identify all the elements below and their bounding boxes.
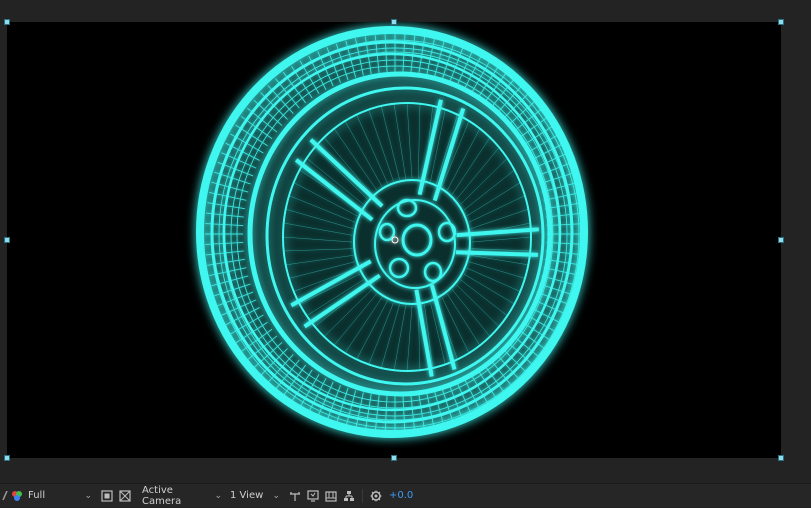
camera-value: Active Camera (142, 484, 182, 507)
exposure-value[interactable]: +0.0 (389, 490, 413, 501)
resize-handle-bottom-left[interactable] (4, 455, 10, 461)
composition-viewer[interactable] (0, 0, 811, 483)
wireframe-wheel (196, 26, 588, 438)
flowchart-icon[interactable] (342, 489, 356, 503)
fast-preview-icon[interactable] (306, 489, 320, 503)
toolbar-divider (362, 488, 363, 503)
resize-handle-top-center[interactable] (391, 19, 397, 25)
chevron-down-icon: ⌄ (214, 490, 222, 501)
3d-axis-icon[interactable] (288, 489, 302, 503)
views-value: 1 View (230, 490, 264, 501)
views-dropdown[interactable]: 1 View ⌄ (230, 484, 280, 508)
color-picker-icon[interactable] (10, 489, 24, 503)
reset-exposure-icon[interactable] (369, 489, 383, 503)
resize-handle-bottom-center[interactable] (391, 455, 397, 461)
resize-handle-top-right[interactable] (778, 19, 784, 25)
transparency-grid-icon[interactable] (118, 489, 132, 503)
composition-frame[interactable] (7, 22, 781, 458)
region-of-interest-icon[interactable] (100, 489, 114, 503)
resize-handle-mid-right[interactable] (778, 237, 784, 243)
camera-dropdown[interactable]: Active Camera ⌄ (142, 484, 222, 508)
resolution-dropdown[interactable]: Full ⌄ (28, 484, 92, 508)
resize-handle-bottom-right[interactable] (778, 455, 784, 461)
timeline-icon[interactable] (324, 489, 338, 503)
chevron-down-icon: ⌄ (272, 490, 280, 501)
chevron-down-icon: ⌄ (84, 490, 92, 501)
resize-handle-top-left[interactable] (4, 19, 10, 25)
resolution-value: Full (28, 490, 46, 501)
resize-handle-mid-left[interactable] (4, 237, 10, 243)
viewer-toolbar: Full ⌄ Active Camera ⌄ 1 View ⌄ +0.0 (0, 483, 811, 507)
